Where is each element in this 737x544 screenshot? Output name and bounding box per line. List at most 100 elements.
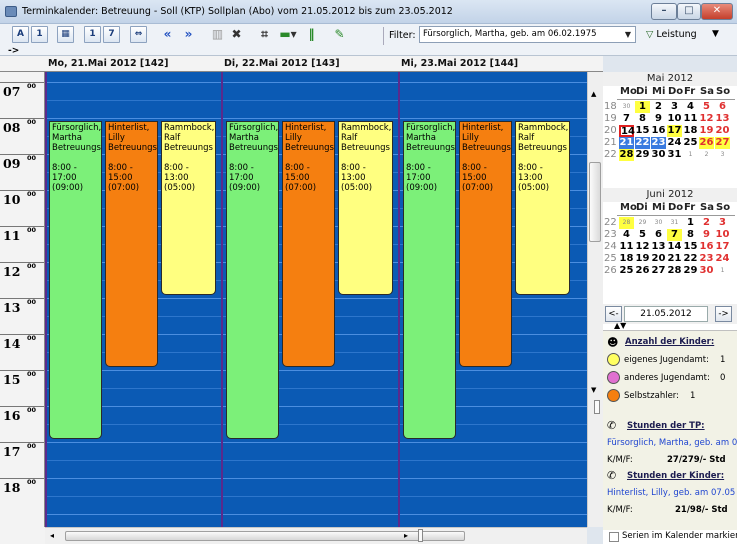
scroll-left-icon[interactable]: ◂ xyxy=(50,531,54,540)
calendar-day[interactable]: 16 xyxy=(651,125,666,137)
calendar-day[interactable]: 18 xyxy=(619,253,634,265)
insert-dropdown-icon[interactable]: ▬▾ xyxy=(275,26,301,43)
prev-date-button[interactable]: <- xyxy=(605,306,622,322)
calendar-day[interactable]: 4 xyxy=(683,101,698,113)
calendar-day[interactable]: 25 xyxy=(683,137,698,149)
maximize-button[interactable]: □ xyxy=(677,3,701,20)
calendar-day[interactable]: 9 xyxy=(651,113,666,125)
calendar-day[interactable]: 29 xyxy=(683,265,698,277)
calendar-day[interactable]: 14 xyxy=(619,125,635,137)
split-icon[interactable]: ‖ xyxy=(303,26,320,43)
calendar-day[interactable]: 28 xyxy=(667,265,682,277)
calendar-day[interactable]: 24 xyxy=(715,253,730,265)
calendar-day[interactable]: 28 xyxy=(619,217,634,229)
edit-icon[interactable]: ✎ xyxy=(331,26,348,43)
calendar-day[interactable]: 21 xyxy=(667,253,682,265)
calendar-day[interactable]: 8 xyxy=(635,113,650,125)
appointment[interactable]: Hinterlist, Lilly Betreuungs 8:00 - 15:00 (… xyxy=(282,121,335,367)
appointment[interactable]: Rammbock, Ralf Betreuungs 8:00 - 13:00 (05:… xyxy=(338,121,393,295)
calendar-day[interactable]: 27 xyxy=(651,265,666,277)
chevron-down-icon[interactable]: ▼ xyxy=(621,27,635,42)
calendar-day[interactable]: 9 xyxy=(699,229,714,241)
appointment[interactable]: Fürsorglich, Martha Betreuungs 8:00 - 17:00… xyxy=(226,121,279,439)
close-button[interactable]: ✕ xyxy=(701,3,733,20)
calendar-day[interactable]: 1 xyxy=(683,217,698,229)
calendar-day[interactable]: 29 xyxy=(635,149,650,161)
table-icon[interactable]: ▥ xyxy=(209,26,226,43)
view-1-button[interactable]: 1 xyxy=(31,26,48,43)
calendar-day[interactable]: 3 xyxy=(667,101,682,113)
day-header-mon[interactable]: Mo, 21.Mai 2012 [142] xyxy=(48,58,168,69)
calendar-day[interactable]: 19 xyxy=(699,125,714,137)
serien-checkbox[interactable] xyxy=(609,532,619,542)
zoom-slider-vertical[interactable] xyxy=(594,400,600,414)
week-view-button[interactable]: 7 xyxy=(103,26,120,43)
calendar-day[interactable]: 1 xyxy=(683,149,698,161)
appointment[interactable]: Fürsorglich, Martha Betreuungs 8:00 - 17:00… xyxy=(49,121,102,439)
calendar-day[interactable]: 22 xyxy=(683,253,698,265)
date-field[interactable]: 21.05.2012 xyxy=(624,306,708,322)
zoom-slider[interactable] xyxy=(418,529,423,542)
calendar-day[interactable]: 16 xyxy=(699,241,714,253)
day-header-wed[interactable]: Mi, 23.Mai 2012 [144] xyxy=(401,58,518,69)
vertical-scroll-thumb[interactable] xyxy=(589,162,601,242)
calendar-day[interactable]: 21 xyxy=(619,137,634,149)
calendar-day[interactable]: 4 xyxy=(619,229,634,241)
calendar-day[interactable]: 31 xyxy=(667,149,682,161)
calendar-day[interactable]: 20 xyxy=(715,125,730,137)
calendar-day[interactable]: 30 xyxy=(651,217,666,229)
grid-view-button[interactable]: ▦ xyxy=(57,26,74,43)
view-a-button[interactable]: A xyxy=(12,26,29,43)
calendar-day[interactable]: 26 xyxy=(635,265,650,277)
calendar-day[interactable]: 13 xyxy=(651,241,666,253)
next-period-icon[interactable]: » xyxy=(180,26,197,43)
chevron-down-icon[interactable]: ▼ xyxy=(712,29,719,39)
scroll-down-icon[interactable]: ▼ xyxy=(591,386,596,394)
calendar-day[interactable]: 29 xyxy=(635,217,650,229)
expand-toggle[interactable]: -> xyxy=(8,46,19,56)
delete-icon[interactable]: ✖ xyxy=(228,26,245,43)
next-date-button[interactable]: -> xyxy=(715,306,732,322)
calendar-day[interactable]: 5 xyxy=(635,229,650,241)
calendar-day[interactable]: 23 xyxy=(699,253,714,265)
splitter-arrows[interactable]: ▲▼ xyxy=(614,321,626,330)
appointment[interactable]: Rammbock, Ralf Betreuungs 8:00 - 13:00 (05:… xyxy=(161,121,216,295)
calendar-day[interactable]: 31 xyxy=(667,217,682,229)
prev-period-icon[interactable]: « xyxy=(159,26,176,43)
scroll-right-icon[interactable]: ▸ xyxy=(404,531,408,540)
leistung-filter-button[interactable]: ▽ Leistung xyxy=(646,29,697,40)
calendar-day[interactable]: 22 xyxy=(635,137,650,149)
calendar-june[interactable]: Juni 2012 Mo Di Mi Do Fr Sa So 22 28 29 30 31 1 2 3 23 4 5… xyxy=(603,188,737,300)
calendar-day[interactable]: 1 xyxy=(715,265,730,277)
expand-range-button[interactable]: ⇔ xyxy=(130,26,147,43)
calendar-day[interactable]: 11 xyxy=(619,241,634,253)
calendar-day[interactable]: 15 xyxy=(683,241,698,253)
calendar-day[interactable]: 5 xyxy=(699,101,714,113)
filter-select[interactable]: Fürsorglich, Martha, geb. am 06.02.1975 xyxy=(419,26,636,43)
calendar-day[interactable]: 17 xyxy=(715,241,730,253)
calendar-day[interactable]: 14 xyxy=(667,241,682,253)
scroll-up-icon[interactable]: ▲ xyxy=(591,90,596,98)
calendar-day[interactable]: 7 xyxy=(619,113,634,125)
calendar-day[interactable]: 2 xyxy=(699,217,714,229)
calendar-day[interactable]: 13 xyxy=(715,113,730,125)
calendar-day[interactable]: 7 xyxy=(667,229,682,241)
calendar-day[interactable]: 18 xyxy=(683,125,698,137)
calendar-day[interactable]: 27 xyxy=(715,137,730,149)
calendar-day[interactable]: 30 xyxy=(619,101,634,113)
calendar-day[interactable]: 28 xyxy=(619,149,634,161)
calendar-day[interactable]: 19 xyxy=(635,253,650,265)
calendar-day[interactable]: 2 xyxy=(651,101,666,113)
calendar-day[interactable]: 12 xyxy=(699,113,714,125)
calendar-day[interactable]: 6 xyxy=(715,101,730,113)
day-header-tue[interactable]: Di, 22.Mai 2012 [143] xyxy=(224,58,340,69)
calendar-day[interactable]: 20 xyxy=(651,253,666,265)
calendar-day[interactable]: 23 xyxy=(651,137,666,149)
appointment[interactable]: Rammbock, Ralf Betreuungs 8:00 - 13:00 (05:… xyxy=(515,121,570,295)
calendar-day[interactable]: 26 xyxy=(699,137,714,149)
vertical-scrollbar[interactable] xyxy=(587,72,603,527)
appointment[interactable]: Hinterlist, Lilly Betreuungs 8:00 - 15:00 (… xyxy=(459,121,512,367)
calendar-day[interactable]: 15 xyxy=(635,125,650,137)
calendar-day[interactable]: 8 xyxy=(683,229,698,241)
appointment[interactable]: Fürsorglich, Martha Betreuungs 8:00 - 17:00… xyxy=(403,121,456,439)
